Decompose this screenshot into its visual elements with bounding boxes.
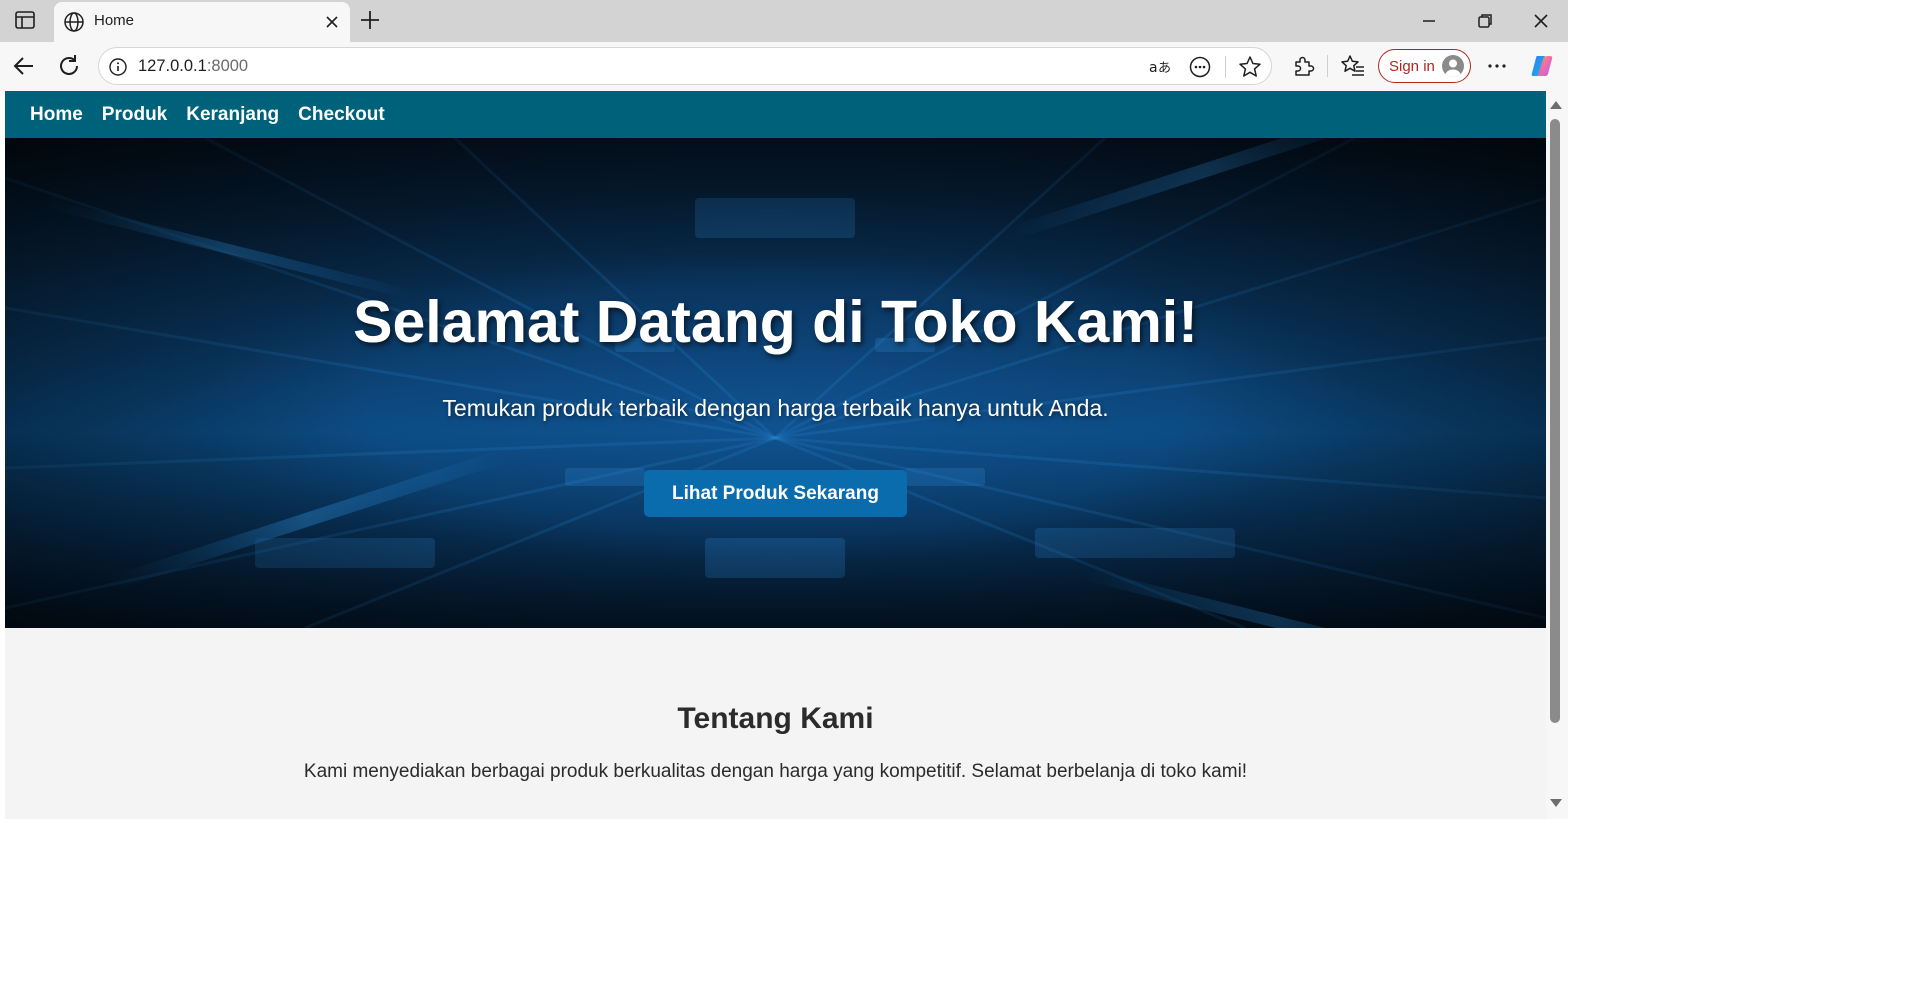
- page-viewport: Home Produk Keranjang Checkout Selamat D…: [5, 91, 1546, 819]
- refresh-icon[interactable]: [56, 53, 82, 79]
- nav-link-checkout[interactable]: Checkout: [298, 104, 385, 126]
- star-icon[interactable]: [1237, 54, 1263, 80]
- read-aloud-icon[interactable]: a あ: [1147, 54, 1173, 80]
- browser-tab-bar: Home: [0, 0, 1568, 42]
- info-icon[interactable]: [108, 57, 128, 77]
- svg-text:あ: あ: [1158, 61, 1171, 76]
- url-text[interactable]: 127.0.0.1:8000: [138, 57, 248, 76]
- extensions-icon[interactable]: [1290, 53, 1316, 79]
- address-bar[interactable]: 127.0.0.1:8000 a あ: [98, 47, 1272, 85]
- site-navbar: Home Produk Keranjang Checkout: [5, 91, 1546, 138]
- profile-icon: [1442, 55, 1464, 77]
- toolbar-separator: [1327, 55, 1328, 77]
- view-products-button[interactable]: Lihat Produk Sekarang: [644, 470, 907, 517]
- sign-in-label: Sign in: [1389, 58, 1435, 75]
- nav-link-produk[interactable]: Produk: [102, 104, 167, 126]
- address-separator: [1225, 56, 1226, 78]
- sign-in-button[interactable]: Sign in: [1378, 49, 1471, 83]
- window-close-icon[interactable]: [1530, 10, 1552, 32]
- hero-subtitle: Temukan produk terbaik dengan harga terb…: [442, 395, 1109, 421]
- hero-section: Selamat Datang di Toko Kami! Temukan pro…: [5, 138, 1546, 628]
- tab-title: Home: [94, 12, 135, 29]
- about-text: Kami menyediakan berbagai produk berkual…: [303, 761, 1248, 782]
- sidebar-toggle-button[interactable]: [10, 6, 40, 34]
- svg-text:a: a: [1149, 60, 1158, 76]
- back-icon[interactable]: [11, 53, 37, 79]
- url-port: :8000: [206, 57, 249, 75]
- restore-icon[interactable]: [1474, 10, 1496, 32]
- more-tools-icon[interactable]: [1187, 54, 1213, 80]
- close-icon[interactable]: [322, 12, 342, 32]
- tab-home[interactable]: Home: [54, 2, 350, 42]
- hero-title: Selamat Datang di Toko Kami!: [353, 289, 1198, 355]
- hero-background-image: [5, 138, 1546, 628]
- globe-icon: [64, 12, 84, 32]
- scroll-down-arrow-icon[interactable]: [1549, 797, 1563, 809]
- page-scrollbar[interactable]: [1546, 91, 1568, 819]
- scrollbar-thumb[interactable]: [1550, 119, 1560, 723]
- nav-link-keranjang[interactable]: Keranjang: [186, 104, 279, 126]
- copilot-icon[interactable]: [1528, 52, 1556, 80]
- scroll-up-arrow-icon[interactable]: [1549, 99, 1563, 111]
- browser-toolbar: 127.0.0.1:8000 a あ Sign in: [0, 42, 1568, 91]
- more-icon[interactable]: [1484, 53, 1510, 79]
- minimize-icon[interactable]: [1418, 10, 1440, 32]
- about-title: Tentang Kami: [677, 702, 874, 735]
- sidebar-icon: [15, 11, 35, 29]
- nav-link-home[interactable]: Home: [30, 104, 83, 126]
- favorites-icon[interactable]: [1340, 53, 1366, 79]
- plus-icon[interactable]: [358, 8, 382, 32]
- url-host: 127.0.0.1: [138, 57, 207, 75]
